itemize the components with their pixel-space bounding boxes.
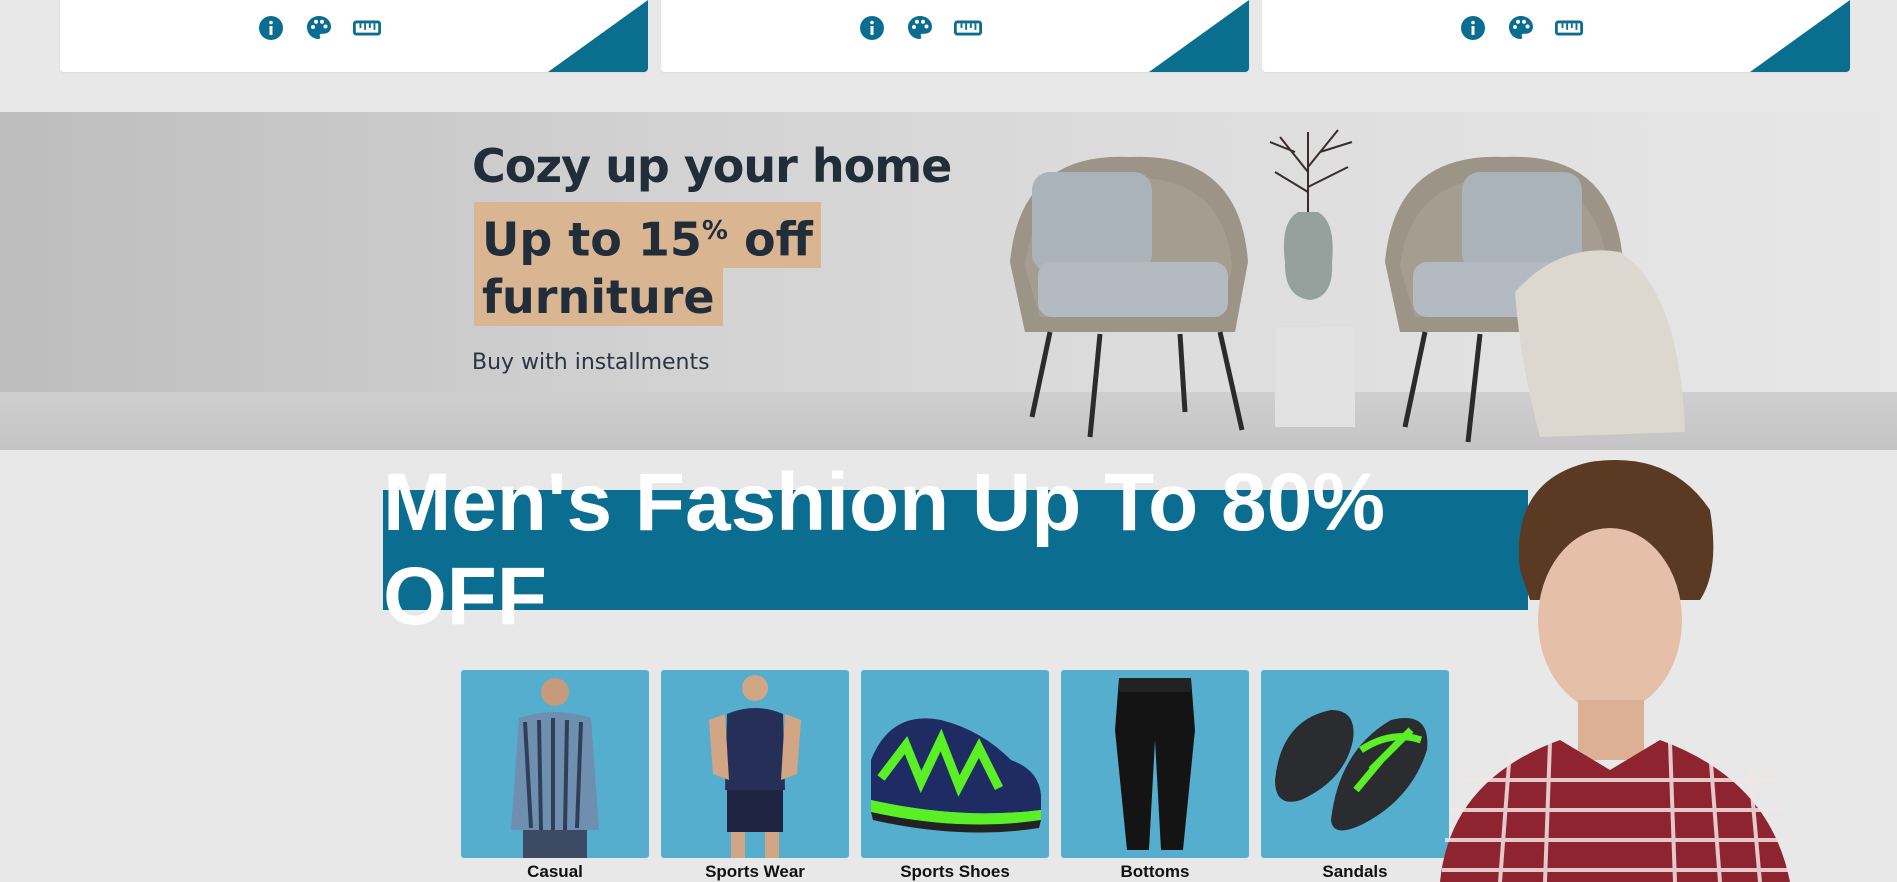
category-bottoms[interactable]: Bottoms — [1061, 670, 1249, 882]
offer-line-1: Up to 15% off — [474, 202, 821, 269]
casual-shirt-image — [511, 678, 599, 858]
category-label: Casual — [527, 862, 583, 881]
category-casual[interactable]: Casual — [461, 670, 649, 882]
armchair-right — [1385, 156, 1685, 443]
banner-offer: Up to 15% off furniture — [472, 202, 951, 327]
furniture-banner[interactable]: Cozy up your home Up to 15% off furnitur… — [0, 112, 1897, 450]
palette-icon[interactable] — [906, 14, 934, 42]
category-label: Bottoms — [1120, 862, 1190, 881]
offer-off: off — [727, 212, 813, 267]
ruler-icon[interactable] — [1555, 14, 1583, 42]
palette-icon[interactable] — [1507, 14, 1535, 42]
sports-shoes-image — [871, 718, 1041, 833]
category-sports-shoes[interactable]: Sports Shoes — [861, 670, 1049, 882]
category-sports-wear[interactable]: Sports Wear — [661, 670, 849, 882]
bottoms-image — [1115, 678, 1195, 850]
vase-stand — [1269, 129, 1355, 427]
offer-percent-sign: % — [701, 216, 728, 246]
card-corner-decoration — [548, 0, 648, 72]
banner-subtitle: Buy with installments — [472, 350, 710, 376]
category-image[interactable] — [461, 670, 649, 858]
product-card[interactable] — [60, 0, 648, 72]
model-image — [1440, 460, 1790, 882]
info-icon[interactable] — [1459, 14, 1487, 42]
product-card[interactable] — [1262, 0, 1850, 72]
sports-wear-image — [709, 675, 801, 858]
furniture-image — [1010, 129, 1685, 443]
top-card-row — [0, 0, 1897, 72]
card-corner-decoration — [1149, 0, 1249, 72]
category-image[interactable] — [661, 670, 849, 858]
info-icon[interactable] — [858, 14, 886, 42]
promo-text: Men's Fashion Up To 80% OFF — [383, 457, 1386, 642]
ruler-icon[interactable] — [954, 14, 982, 42]
info-icon[interactable] — [257, 14, 285, 42]
product-card[interactable] — [661, 0, 1249, 72]
ruler-icon[interactable] — [353, 14, 381, 42]
category-image[interactable] — [861, 670, 1049, 858]
banner-text-block: Cozy up your home Up to 15% off furnitur… — [472, 138, 952, 376]
banner-title: Cozy up your home — [472, 139, 952, 193]
card-corner-decoration — [1750, 0, 1850, 72]
category-label: Sports Shoes — [900, 862, 1010, 881]
mens-fashion-promo[interactable]: Men's Fashion Up To 80% OFF — [383, 457, 1528, 642]
category-label: Sports Wear — [705, 862, 805, 881]
offer-line-2: furniture — [474, 268, 723, 327]
category-image[interactable] — [1061, 670, 1249, 858]
offer-amount: Up to 15 — [482, 212, 702, 267]
armchair-left — [1010, 156, 1248, 438]
palette-icon[interactable] — [305, 14, 333, 42]
